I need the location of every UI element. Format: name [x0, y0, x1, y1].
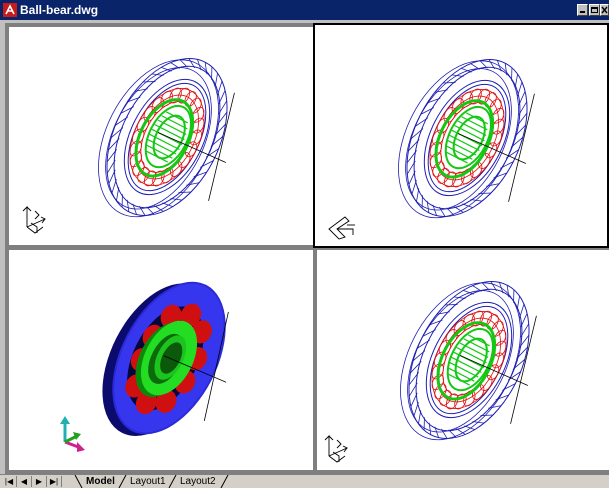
ucs-axis-icon	[328, 216, 355, 240]
last-tab-icon: ▶|	[49, 477, 59, 486]
bearing-wireframe	[22, 58, 235, 234]
drawing-window: Ball-bear.dwg |◀ ◀ ▶ ▶| Model Layout1 La…	[0, 0, 609, 488]
tab-layout2[interactable]: Layout2	[180, 475, 216, 488]
previous-tab-icon: ◀	[20, 477, 28, 486]
tab-separator	[168, 475, 177, 488]
first-tab-icon: |◀	[4, 477, 14, 486]
bearing-shaded	[60, 281, 229, 452]
ucs-axis-icon	[22, 205, 47, 234]
next-tab-icon: ▶	[35, 477, 43, 486]
bearing-wireframe	[328, 59, 535, 240]
previous-tab-button[interactable]: ◀	[17, 476, 32, 487]
first-tab-button[interactable]: |◀	[2, 476, 17, 487]
layout-tab-bar: |◀ ◀ ▶ ▶| Model Layout1 Layout2	[0, 474, 609, 488]
minimize-icon	[580, 11, 585, 13]
tab-layout1[interactable]: Layout1	[130, 475, 166, 488]
autocad-app-icon[interactable]	[3, 3, 17, 17]
viewport-bottom-left[interactable]	[9, 250, 313, 470]
minimize-button[interactable]	[577, 4, 588, 16]
window-title: Ball-bear.dwg	[20, 3, 99, 17]
viewport-top-left[interactable]	[9, 27, 313, 245]
last-tab-button[interactable]: ▶|	[47, 476, 62, 487]
ucs-axis-icon	[60, 416, 85, 452]
viewport-area	[5, 23, 609, 474]
close-icon	[601, 6, 608, 14]
tab-model[interactable]: Model	[86, 475, 115, 488]
viewport-bottom-right[interactable]	[317, 250, 609, 470]
next-tab-button[interactable]: ▶	[32, 476, 47, 487]
viewport-top-right[interactable]	[313, 23, 609, 248]
tab-separator	[118, 475, 127, 488]
title-bar[interactable]: Ball-bear.dwg	[0, 0, 609, 20]
tab-separator	[74, 475, 83, 488]
maximize-button[interactable]	[589, 4, 600, 16]
restore-icon	[591, 7, 598, 13]
close-button[interactable]	[600, 4, 609, 16]
tab-separator	[220, 475, 229, 488]
ucs-axis-icon	[324, 434, 349, 463]
bearing-wireframe	[324, 281, 537, 463]
